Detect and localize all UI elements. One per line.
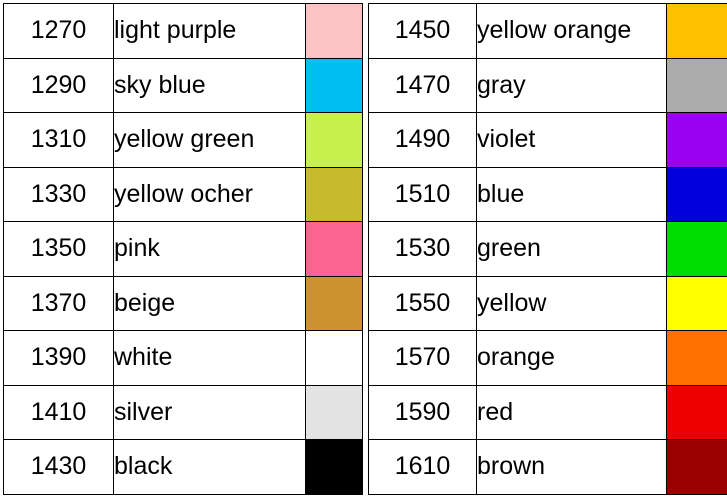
color-swatch (667, 4, 727, 58)
color-id-cell: 1270 (3, 3, 114, 59)
color-code-reference-page: 1270 light purple 1290 sky blue 1310 yellow g… (0, 0, 727, 502)
color-id-cell: 1290 (3, 57, 114, 113)
table-row: 1570 orange (368, 330, 727, 386)
color-table-left-body: 1270 light purple 1290 sky blue 1310 yellow g… (3, 3, 363, 495)
color-swatch-cell (305, 275, 363, 331)
color-name-cell: blue (476, 166, 667, 222)
color-swatch-cell (666, 166, 727, 222)
table-row: 1410 silver (3, 384, 363, 440)
color-swatch-cell (666, 112, 727, 168)
color-swatch (306, 4, 362, 58)
color-swatch-cell (305, 166, 363, 222)
color-swatch (667, 113, 727, 167)
color-swatch (667, 167, 727, 221)
table-row: 1350 pink (3, 221, 363, 277)
color-swatch (667, 276, 727, 330)
color-name-cell: yellow green (113, 112, 306, 168)
color-swatch (306, 385, 362, 439)
color-id-cell: 1330 (3, 166, 114, 222)
color-swatch-cell (305, 439, 363, 495)
color-swatch (667, 331, 727, 385)
color-name-cell: yellow ocher (113, 166, 306, 222)
color-swatch (306, 113, 362, 167)
color-id-cell: 1370 (3, 275, 114, 331)
table-row: 1590 red (368, 384, 727, 440)
color-name-cell: light purple (113, 3, 306, 59)
table-row: 1290 sky blue (3, 57, 363, 113)
color-swatch-cell (666, 221, 727, 277)
color-name-cell: green (476, 221, 667, 277)
color-swatch-cell (666, 3, 727, 59)
table-row: 1430 black (3, 439, 363, 495)
color-name-cell: silver (113, 384, 306, 440)
color-swatch (306, 167, 362, 221)
color-table-right-grid: 1450 yellow orange 1470 gray 1490 violet 1510 b… (368, 3, 727, 495)
color-id-cell: 1510 (368, 166, 477, 222)
color-swatch-cell (305, 3, 363, 59)
color-swatch (306, 58, 362, 112)
color-id-cell: 1570 (368, 330, 477, 386)
color-name-cell: yellow orange (476, 3, 667, 59)
table-row: 1450 yellow orange (368, 3, 727, 59)
color-name-cell: black (113, 439, 306, 495)
table-row: 1550 yellow (368, 275, 727, 331)
color-swatch (667, 385, 727, 439)
color-name-cell: violet (476, 112, 667, 168)
table-row: 1270 light purple (3, 3, 363, 59)
color-id-cell: 1450 (368, 3, 477, 59)
color-swatch-cell (305, 221, 363, 277)
table-row: 1490 violet (368, 112, 727, 168)
color-id-cell: 1430 (3, 439, 114, 495)
color-id-cell: 1490 (368, 112, 477, 168)
color-id-cell: 1470 (368, 57, 477, 113)
color-swatch-cell (666, 57, 727, 113)
color-swatch-cell (305, 330, 363, 386)
color-id-cell: 1590 (368, 384, 477, 440)
color-id-cell: 1350 (3, 221, 114, 277)
color-name-cell: red (476, 384, 667, 440)
color-name-cell: orange (476, 330, 667, 386)
color-table-left: 1270 light purple 1290 sky blue 1310 yellow g… (3, 3, 363, 495)
color-name-cell: sky blue (113, 57, 306, 113)
color-swatch-cell (305, 57, 363, 113)
color-swatch-cell (666, 330, 727, 386)
color-id-cell: 1550 (368, 275, 477, 331)
color-swatch-cell (305, 384, 363, 440)
color-swatch (306, 276, 362, 330)
color-swatch-cell (305, 112, 363, 168)
table-row: 1470 gray (368, 57, 727, 113)
table-row: 1330 yellow ocher (3, 166, 363, 222)
color-id-cell: 1530 (368, 221, 477, 277)
table-row: 1310 yellow green (3, 112, 363, 168)
color-table-left-grid: 1270 light purple 1290 sky blue 1310 yellow g… (3, 3, 363, 495)
table-row: 1390 white (3, 330, 363, 386)
color-name-cell: beige (113, 275, 306, 331)
color-swatch-cell (666, 384, 727, 440)
table-row: 1510 blue (368, 166, 727, 222)
color-swatch (306, 440, 362, 494)
color-swatch (306, 331, 362, 385)
color-id-cell: 1610 (368, 439, 477, 495)
color-name-cell: pink (113, 221, 306, 277)
color-table-right-body: 1450 yellow orange 1470 gray 1490 violet 1510 b… (368, 3, 727, 495)
color-id-cell: 1310 (3, 112, 114, 168)
color-name-cell: white (113, 330, 306, 386)
table-row: 1530 green (368, 221, 727, 277)
table-row: 1370 beige (3, 275, 363, 331)
color-swatch (667, 58, 727, 112)
color-name-cell: yellow (476, 275, 667, 331)
color-swatch (667, 222, 727, 276)
color-table-right: 1450 yellow orange 1470 gray 1490 violet 1510 b… (368, 3, 727, 495)
color-id-cell: 1410 (3, 384, 114, 440)
color-swatch-cell (666, 439, 727, 495)
color-name-cell: gray (476, 57, 667, 113)
color-swatch (667, 440, 727, 494)
color-swatch (306, 222, 362, 276)
table-row: 1610 brown (368, 439, 727, 495)
color-name-cell: brown (476, 439, 667, 495)
color-swatch-cell (666, 275, 727, 331)
color-id-cell: 1390 (3, 330, 114, 386)
